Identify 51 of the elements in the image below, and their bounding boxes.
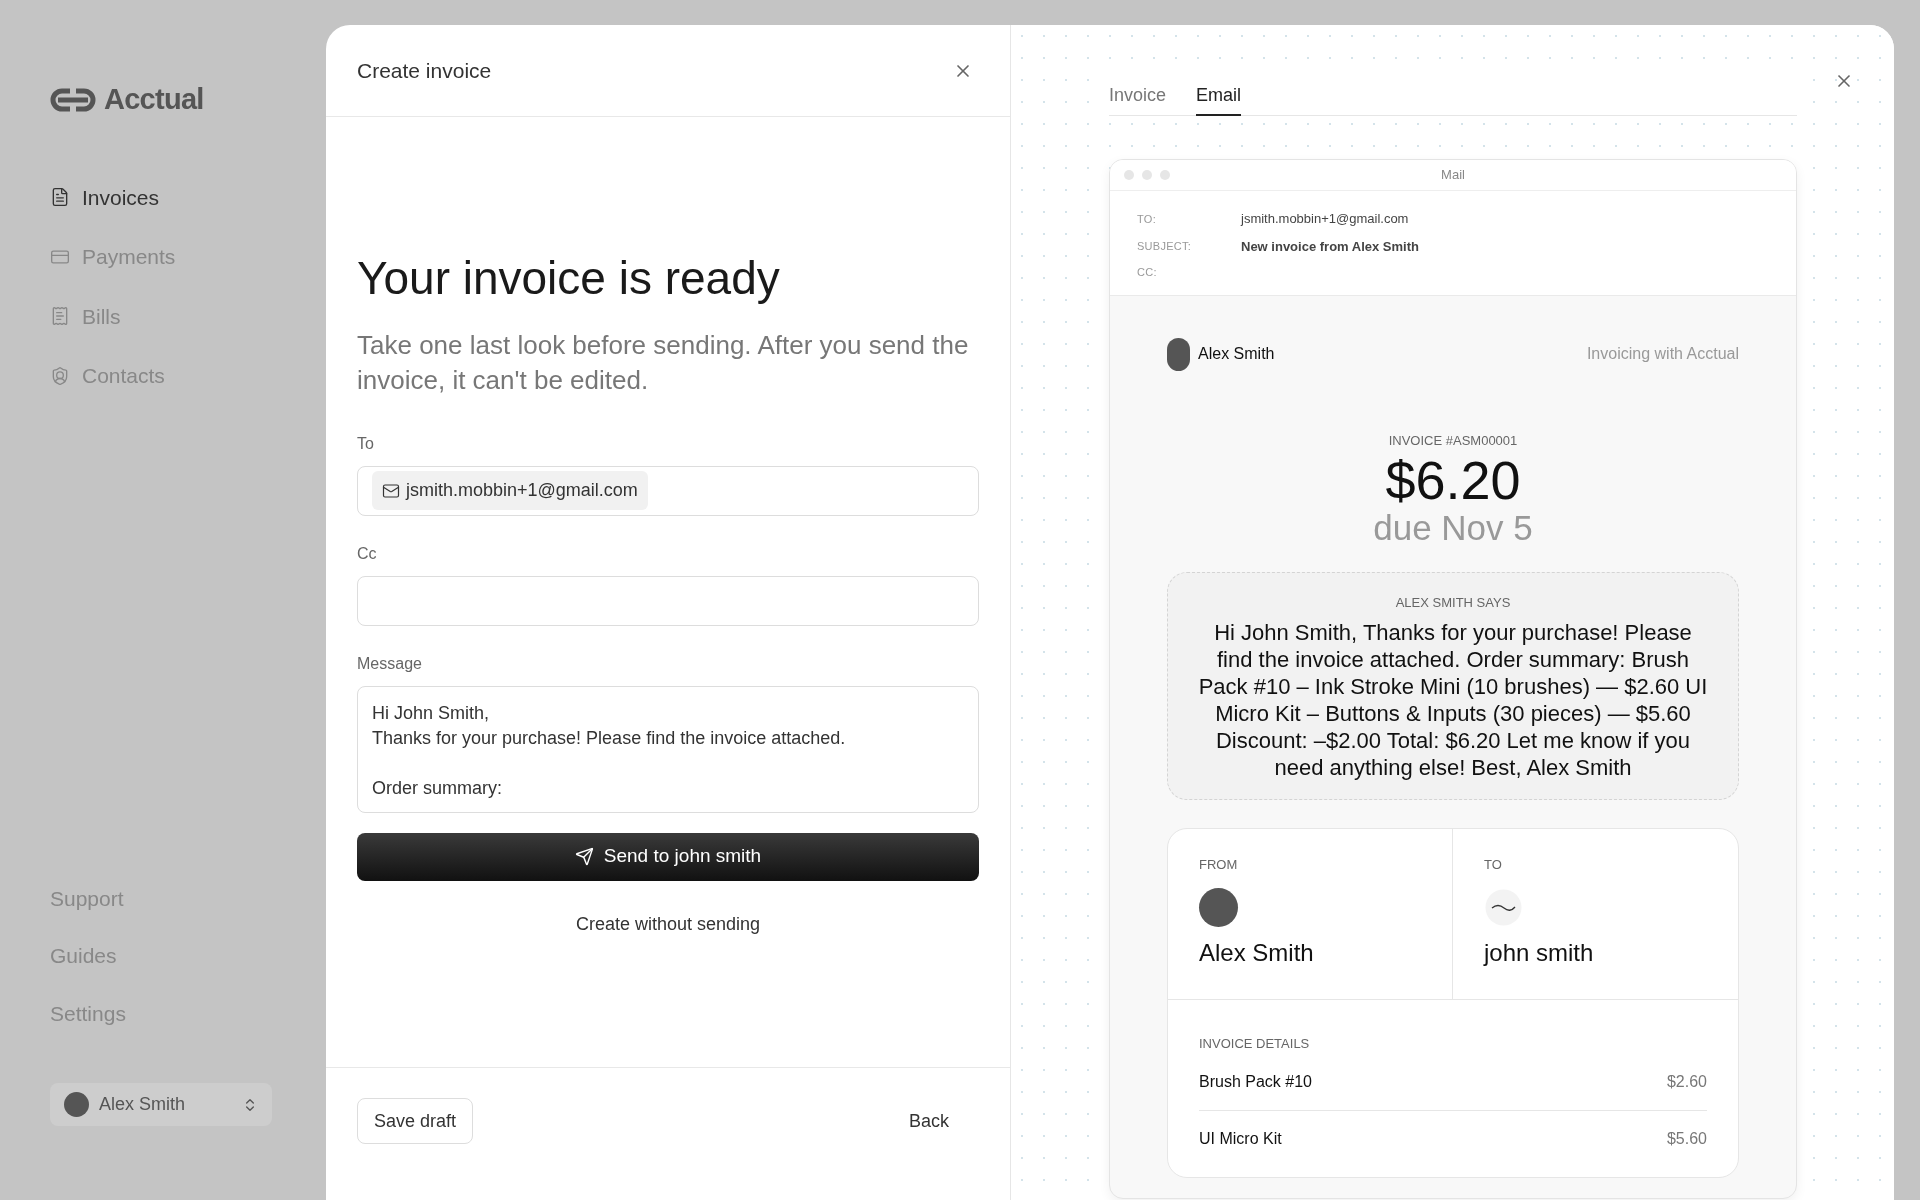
logo-icon [50,87,96,112]
to-field[interactable]: jsmith.mobbin+1@gmail.com [357,465,979,516]
line-item-amount: $5.60 [1666,1128,1707,1149]
field-label: Message [357,653,423,674]
header-label: TO: [1137,211,1157,227]
account-switcher[interactable]: Alex Smith [50,1083,272,1126]
brand-name: Acctual [104,82,204,117]
save-draft-button[interactable]: Save draft [357,1098,474,1144]
party-name: Alex Smith [1199,938,1315,968]
mail-window-title: Mail [1441,166,1465,185]
invoice-icon [50,187,70,208]
subject: New invoice from Alex Smith [1241,237,1420,256]
message-label: ALEX SMITH SAYS [1395,594,1511,612]
line-item-name: Brush Pack #10 [1199,1071,1312,1092]
message-field[interactable]: Hi John Smith, Thanks for your purchase! Please find the invoice attached. Order summary: [357,685,979,813]
cc-field[interactable] [357,575,979,626]
send-button[interactable]: Send to john smith [357,832,979,881]
tab[interactable]: Email [1196,77,1242,116]
sender-name: Alex Smith [1198,344,1275,364]
line-item-name: UI Micro Kit [1199,1128,1282,1149]
avatar [1167,337,1190,371]
avatar [64,1092,89,1117]
field-label: To [357,433,375,454]
avatar [1199,888,1238,927]
field-label: Cc [357,543,378,564]
header-label: SUBJECT: [1137,239,1193,254]
email-chip[interactable]: jsmith.mobbin+1@gmail.com [372,471,648,510]
signature-logo-icon [1484,888,1523,927]
party-label: TO [1484,855,1503,874]
invoice-number: INVOICE #ASM00001 [1388,431,1518,450]
back-button[interactable]: Back [908,1098,949,1144]
party-name: john smith [1484,938,1595,968]
tab[interactable]: Invoice [1109,77,1167,116]
due-date: due Nov 5 [1373,510,1533,546]
description: Take one last look before sending. After you send the invoice, it can't be edited. [357,328,970,397]
header-label: CC: [1137,265,1158,280]
to-address: jsmith.mobbin+1@gmail.com [1241,210,1410,228]
message-text: Hi John Smith, Thanks for your purchase! Please find the invoice attached. Order summary: Brush Pack #10 – Ink Stroke Mini (10 brushes) — $2.60 UI Micro Kit – Buttons & Inputs (30 pieces) — $5.60 Discount: –$2.00 Total: $6.20 Let me know if you need anything else! Best, Alex Smith [1197,618,1709,781]
user-shield-icon [50,365,70,386]
details-label: INVOICE DETAILS [1199,1035,1311,1053]
receipt-icon [50,306,70,327]
heading: Your invoice is ready [357,251,781,306]
dialog-title: Create invoice [357,57,492,84]
create-without-sending-button[interactable]: Create without sending [575,910,761,938]
invoice-amount: $6.20 [1385,450,1521,510]
mail-icon [382,481,400,500]
nav-item[interactable]: Invoices [50,181,326,213]
send-icon [574,847,594,866]
party-label: FROM [1199,855,1239,874]
branding-text: Invoicing with Acctual [1586,344,1739,364]
line-item-amount: $2.60 [1666,1071,1707,1092]
